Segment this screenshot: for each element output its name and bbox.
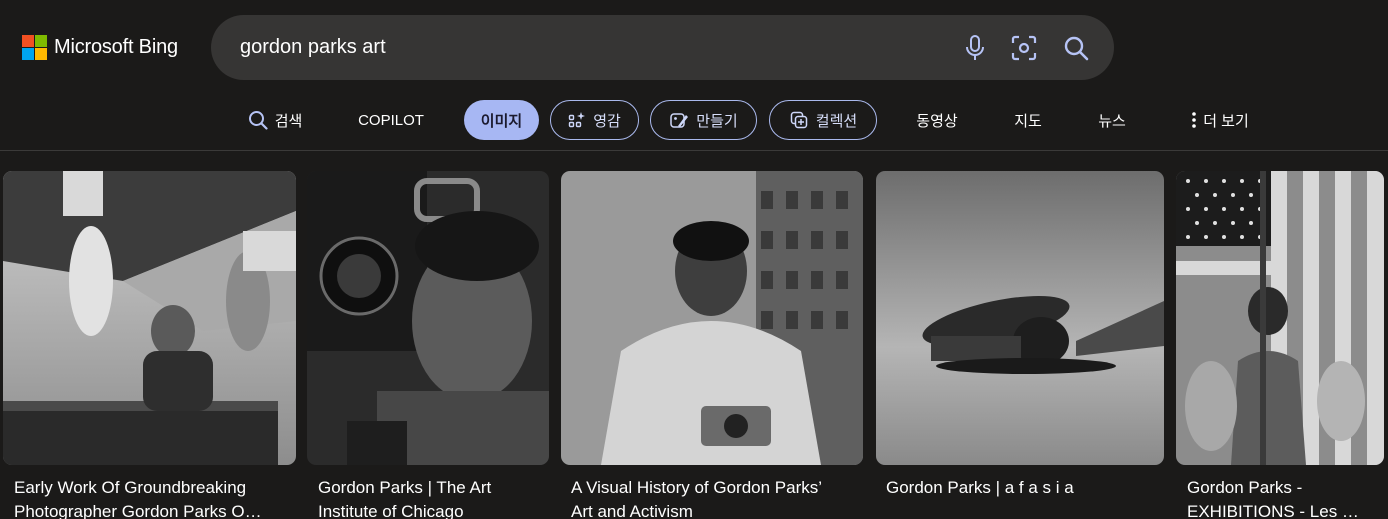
result-thumbnail[interactable] — [561, 171, 863, 465]
tab-news-label: 뉴스 — [1098, 112, 1126, 130]
caption-line: Gordon Parks | a f a s i a — [886, 478, 1074, 497]
result-caption[interactable]: Gordon Parks | The Art Institute of Chic… — [318, 476, 548, 519]
tab-maps[interactable]: 지도 — [1010, 98, 1046, 142]
tab-collections[interactable]: 컬렉션 — [769, 100, 877, 140]
visual-search-icon[interactable] — [1010, 34, 1038, 62]
tab-more[interactable]: 더 보기 — [1185, 98, 1255, 142]
tab-create[interactable]: 만들기 — [650, 100, 757, 140]
caption-line: Gordon Parks - — [1187, 478, 1303, 497]
caption-line: Gordon Parks | The Art — [318, 478, 492, 497]
tab-videos[interactable]: 동영상 — [912, 98, 962, 142]
tab-videos-label: 동영상 — [916, 112, 958, 130]
caption-line: Art and Activism — [571, 502, 693, 519]
tab-news[interactable]: 뉴스 — [1093, 98, 1131, 142]
search-icon[interactable] — [1062, 34, 1090, 62]
bing-logo[interactable]: Microsoft Bing — [22, 35, 178, 60]
tab-copilot[interactable]: COPILOT — [352, 98, 430, 142]
result-thumbnail[interactable] — [876, 171, 1164, 465]
collections-icon — [790, 111, 808, 129]
vertical-nav: 검색 COPILOT 이미지 영감 만들기 컬렉션 동영상 지도 뉴스 더 보기 — [0, 98, 1388, 144]
result-thumbnail[interactable] — [307, 171, 549, 465]
tab-images-label: 이미지 — [480, 112, 523, 130]
result-caption[interactable]: Gordon Parks - EXHIBITIONS - Les … — [1187, 476, 1384, 519]
brand-name: Microsoft Bing — [54, 36, 178, 58]
nav-divider — [0, 150, 1388, 151]
result-caption[interactable]: Gordon Parks | a f a s i a — [886, 476, 1164, 500]
tab-collections-label: 컬렉션 — [815, 112, 858, 130]
microsoft-logo-icon — [22, 35, 47, 60]
create-image-icon — [670, 113, 689, 128]
search-icon — [248, 111, 268, 130]
tab-search-label: 검색 — [274, 112, 303, 130]
caption-line: A Visual History of Gordon Parks’ — [571, 478, 823, 497]
image-inspiration-icon — [568, 112, 586, 128]
tab-more-label: 더 보기 — [1203, 112, 1249, 130]
tab-images[interactable]: 이미지 — [464, 100, 539, 140]
tab-create-label: 만들기 — [696, 112, 738, 130]
caption-line: Early Work Of Groundbreaking — [14, 478, 247, 497]
result-caption[interactable]: Early Work Of Groundbreaking Photographe… — [14, 476, 294, 519]
result-caption[interactable]: A Visual History of Gordon Parks’ Art an… — [571, 476, 863, 519]
search-input[interactable] — [240, 15, 940, 80]
tab-maps-label: 지도 — [1014, 112, 1042, 130]
caption-line: Institute of Chicago — [318, 502, 464, 519]
tab-search[interactable]: 검색 — [245, 98, 305, 142]
tab-copilot-label: COPILOT — [358, 111, 424, 129]
result-thumbnail[interactable] — [1176, 171, 1384, 465]
tab-inspiration-label: 영감 — [593, 112, 621, 130]
search-box — [211, 15, 1114, 80]
more-vertical-icon — [1192, 112, 1197, 128]
result-thumbnail[interactable] — [3, 171, 296, 465]
tab-inspiration[interactable]: 영감 — [550, 100, 639, 140]
caption-line: Photographer Gordon Parks O… — [14, 502, 262, 519]
caption-line: EXHIBITIONS - Les … — [1187, 502, 1359, 519]
microphone-icon[interactable] — [961, 34, 989, 62]
